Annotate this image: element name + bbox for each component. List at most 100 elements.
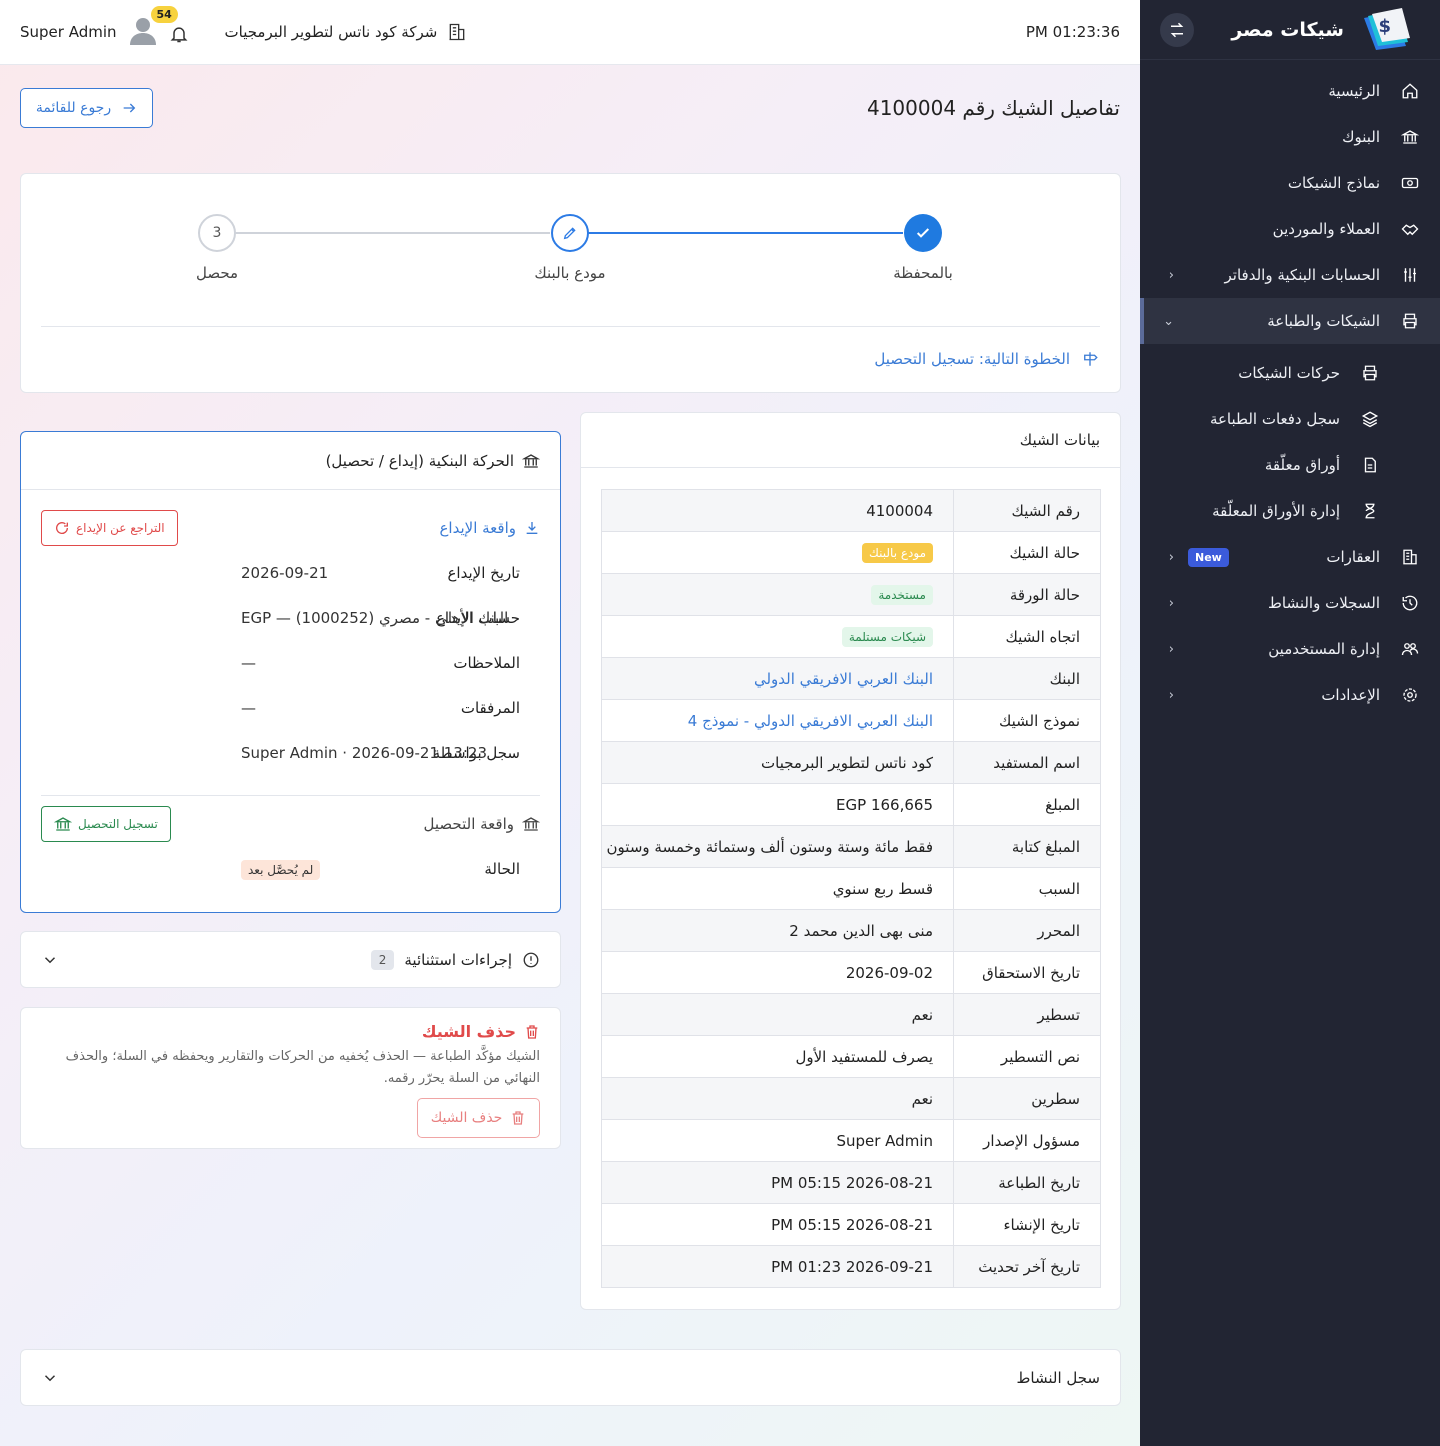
row-value: PM 05:15 2026-08-21 [601,1161,954,1204]
row-key: رقم الشيك [953,489,1101,532]
trash-icon [526,1024,538,1039]
sidebar-item-label: الشيكات والطباعة [1267,312,1380,330]
sidebar-subitem-manage-pending[interactable]: إدارة الأوراق المعلّقة [1140,488,1440,534]
sidebar-item-home[interactable]: الرئيسية [1140,68,1440,114]
check-icon [916,228,930,238]
template-link[interactable]: البنك العربي الافريقي الدولي - نموذج 4 [688,712,933,730]
row-key: المبلغ كتابة [953,825,1101,868]
row-value: — [241,699,256,717]
row-key: حالة الشيك [953,531,1101,574]
row-value: 4100004 [601,489,954,532]
table-row: اتجاه الشيك شيكات مستلمة [601,615,1101,658]
delete-check-button[interactable]: حذف الشيك [417,1098,540,1138]
row-value: PM 05:15 2026-08-21 [601,1203,954,1246]
sidebar-item-check-templates[interactable]: نماذج الشيكات [1140,160,1440,206]
sidebar-item-bank-accounts[interactable]: الحسابات البنكية والدفاتر ‹ [1140,252,1440,298]
sidebar-item-settings[interactable]: الإعدادات ‹ [1140,672,1440,718]
check-details-card: بيانات الشيك رقم الشيك 4100004 حالة الشيك… [580,412,1121,1310]
sidebar-subitem-check-movements[interactable]: حركات الشيكات [1140,350,1440,396]
swap-icon [1170,22,1184,37]
bank-link[interactable]: البنك العربي الافريقي الدولي [754,670,933,688]
back-to-list-button[interactable]: رجوع للقائمة [20,88,153,128]
next-step-label: الخطوة التالية: تسجيل التحصيل [874,350,1070,368]
notes-row: الملاحظات — [241,654,520,672]
divider [41,795,540,796]
attachments-row: المرفقات — [241,699,520,717]
sidebar-item-clients[interactable]: العملاء والموردين [1140,206,1440,252]
sidebar-subitem-print-batches[interactable]: سجل دفعات الطباعة [1140,396,1440,442]
collection-title: واقعة التحصيل [424,815,540,833]
building-icon [1400,547,1420,567]
sliders-icon [1400,265,1420,285]
handshake-icon [1400,219,1420,239]
step-label: مودع بالبنك [534,264,606,282]
row-key: حالة الورقة [953,573,1101,616]
row-key: تاريخ الاستحقاق [953,951,1101,994]
sidebar-item-label: الإعدادات [1321,686,1380,704]
sidebar-item-label: الرئيسية [1328,82,1380,100]
alert-circle-icon [523,952,539,967]
bank-icon [522,453,540,468]
collection-status-badge: لم يُحصَّل بعد [241,860,321,880]
undo-icon [56,522,69,534]
row-key: سطرين [953,1077,1101,1120]
sidebar-subitem-label: إدارة الأوراق المعلّقة [1212,502,1340,520]
row-key: تسطير [953,993,1101,1036]
topbar-user-area: Super Admin 54 شركة كود ناتس لتطوير البر… [20,6,468,49]
sidebar-item-users[interactable]: إدارة المستخدمين ‹ [1140,626,1440,672]
step-label: بالمحفظة [893,264,953,282]
company-selector[interactable]: شركة كود ناتس لتطوير البرمجيات [225,22,468,42]
sidebar-subitem-label: سجل دفعات الطباعة [1209,410,1340,428]
chevron-down-icon[interactable] [41,951,59,969]
table-row: تاريخ آخر تحديث PM 01:23 2026-09-21 [601,1245,1101,1288]
brand[interactable]: $ شيكات مصر [1231,7,1414,52]
sidebar-subitem-label: أوراق معلّقة [1264,456,1340,474]
accordion-title: إجراءات استثنائية 2 [370,949,540,970]
user-name[interactable]: Super Admin [20,23,117,41]
row-value: منى بهى الدين محمد 2 [601,909,954,952]
chevron-left-icon: ‹ [1168,641,1174,657]
chevron-left-icon: ‹ [1168,267,1174,283]
card-title-label: الحركة البنكية (إيداع / تحصيل) [325,451,514,470]
row-value: 2026-09-02 [601,951,954,994]
row-key: المحرر [953,909,1101,952]
sidebar-item-label: العملاء والموردين [1272,220,1380,238]
table-row: رقم الشيك 4100004 [601,489,1101,532]
row-key: تاريخ الإنشاء [953,1203,1101,1246]
next-step-link[interactable]: الخطوة التالية: تسجيل التحصيل [874,350,1100,368]
row-key: تاريخ الإيداع [447,564,520,582]
collection-section-header: واقعة التحصيل تسجيل التحصيل [41,806,540,842]
row-value: نعم [601,1077,954,1120]
chevron-down-icon: ⌄ [1163,313,1174,329]
notifications-button[interactable]: 54 [150,6,193,44]
sidebar-item-checks-printing[interactable]: الشيكات والطباعة ⌄ [1140,298,1440,344]
register-collection-button[interactable]: تسجيل التحصيل [41,806,171,842]
accordion-title: سجل النشاط [1016,1368,1100,1387]
sidebar-toggle-button[interactable] [1160,12,1194,47]
brand-logo-icon: $ [1358,7,1414,52]
sidebar-item-logs[interactable]: السجلات والنشاط ‹ [1140,580,1440,626]
row-key: السبب [953,867,1101,910]
chevron-down-icon[interactable] [41,1369,59,1387]
undo-deposit-button[interactable]: التراجع عن الإيداع [41,510,178,546]
deposit-date-row: تاريخ الإيداع 2026-09-21 [241,564,520,582]
count-badge: 2 [370,949,395,970]
row-key: مسؤول الإصدار [953,1119,1101,1162]
deposit-title-label: واقعة الإيداع [439,519,516,537]
gear-icon [1400,685,1420,705]
main-content: PM 01:23:36 Super Admin 54 شركة كود ناتس… [0,0,1140,1446]
step-current-circle [551,214,589,252]
sidebar-subitem-pending-papers[interactable]: أوراق معلّقة [1140,442,1440,488]
exceptional-actions-accordion[interactable]: إجراءات استثنائية 2 [20,931,561,988]
signpost-icon [1084,352,1098,366]
table-row: نموذج الشيك البنك العربي الافريقي الدولي … [601,699,1101,742]
printer-icon [1360,363,1380,383]
svg-text:$: $ [1378,16,1391,37]
hourglass-icon [1360,501,1380,521]
activity-log-accordion[interactable]: سجل النشاط [20,1349,1121,1406]
sidebar-item-real-estate[interactable]: العقارات New ‹ [1140,534,1440,580]
sidebar-item-banks[interactable]: البنوك [1140,114,1440,160]
row-value: نعم [601,993,954,1036]
trash-icon [512,1111,524,1125]
delete-check-card: حذف الشيك الشيك مؤكَّد الطباعة — الحذف ي… [20,1007,561,1149]
